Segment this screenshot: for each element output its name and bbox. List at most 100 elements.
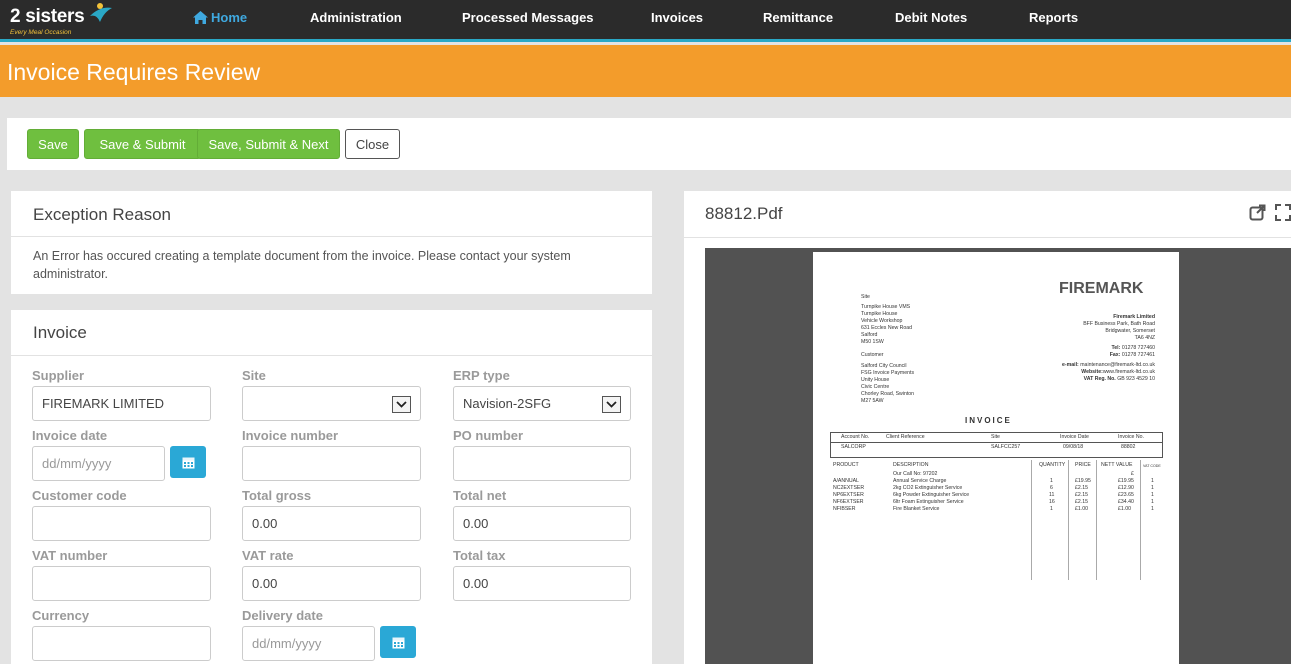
save-submit-button[interactable]: Save & Submit	[84, 129, 201, 159]
doc-line-product: NC2EXTSER	[833, 485, 865, 491]
doc-line-product: NF6EXTSER	[833, 499, 864, 505]
total-gross-field[interactable]: 0.00	[242, 506, 421, 541]
doc-line-net: £12.90	[1118, 485, 1134, 491]
nav-remittance[interactable]: Remittance	[763, 10, 833, 25]
site-select[interactable]	[242, 386, 421, 421]
vat-rate-label: VAT rate	[242, 548, 294, 563]
nav-home[interactable]: Home	[193, 10, 247, 25]
erp-type-select[interactable]: Navision-2SFG	[453, 386, 631, 421]
chevron-down-icon	[602, 396, 621, 413]
delivery-date-label: Delivery date	[242, 608, 323, 623]
doc-site-label: Site	[861, 294, 870, 300]
invoice-date-calendar-button[interactable]	[170, 446, 206, 478]
doc-line-product: NFIBSER	[833, 506, 856, 512]
invoice-number-label: Invoice number	[242, 428, 339, 443]
total-tax-field[interactable]: 0.00	[453, 566, 631, 601]
doc-customer-line: FSG Invoice Payments	[861, 370, 915, 376]
doc-company-line: Firemark Limited	[1113, 314, 1155, 320]
doc-customer-label: Customer	[861, 352, 884, 358]
doc-line-header: VAT CODE	[1143, 464, 1161, 468]
open-external-icon[interactable]	[1249, 204, 1266, 221]
save-button[interactable]: Save	[27, 129, 79, 159]
doc-line-net: £1.00	[1118, 506, 1131, 512]
erp-type-label: ERP type	[453, 368, 510, 383]
doc-line-price: £2.15	[1075, 485, 1088, 491]
invoice-number-field[interactable]	[242, 446, 421, 481]
doc-customer-line: Chorley Road, Swinton	[861, 391, 915, 397]
doc-vat: GB 923 4529 10	[1117, 376, 1155, 382]
page-title: Invoice Requires Review	[7, 59, 261, 85]
home-icon	[193, 11, 208, 24]
doc-acct-value: SALCORP	[841, 444, 866, 450]
nav-invoices[interactable]: Invoices	[651, 10, 703, 25]
doc-customer-line: M27 5AW	[861, 398, 884, 404]
doc-account-table: Account No. Client Reference Site Invoic…	[830, 432, 1163, 458]
doc-site-line: M50 1SW	[861, 339, 884, 345]
doc-line-desc: 6kg Powder Extinguisher Service	[893, 492, 970, 498]
doc-customer-line: Civic Centre	[861, 384, 890, 390]
pdf-viewer[interactable]: FIREMARK Site Turnpike House VMS Turnpik…	[705, 248, 1291, 664]
vat-rate-field[interactable]: 0.00	[242, 566, 421, 601]
delivery-date-field[interactable]: dd/mm/yyyy	[242, 626, 375, 661]
doc-column-rule	[1096, 460, 1097, 580]
doc-acct-value: SALFCC257	[991, 444, 1021, 450]
vat-number-field[interactable]	[32, 566, 211, 601]
currency-field[interactable]	[32, 626, 211, 661]
save-submit-next-button[interactable]: Save, Submit & Next	[197, 129, 340, 159]
doc-line-product: NP6EXTSER	[833, 492, 864, 498]
supplier-field[interactable]: FIREMARK LIMITED	[32, 386, 211, 421]
doc-line-qty: 6	[1050, 485, 1053, 491]
doc-line-header: QUANTITY	[1039, 462, 1066, 468]
brand-tagline: Every Meal Occasion	[10, 29, 72, 36]
doc-line-net: £19.95	[1118, 478, 1134, 484]
doc-heading: INVOICE	[965, 416, 1012, 425]
nav-debit-notes[interactable]: Debit Notes	[895, 10, 967, 25]
pdf-filename: 88812.Pdf	[705, 204, 783, 223]
po-number-field[interactable]	[453, 446, 631, 481]
nav-administration[interactable]: Administration	[310, 10, 402, 25]
doc-line-vat: 1	[1151, 478, 1154, 484]
top-navbar: 2 sisters Every Meal Occasion Home Admin…	[0, 0, 1291, 42]
brand-figure-icon	[90, 3, 112, 22]
doc-email-label: e-mail:	[1062, 362, 1079, 368]
customer-code-field[interactable]	[32, 506, 211, 541]
doc-web: www.firemark-ltd.co.uk	[1102, 369, 1155, 375]
doc-line-net: £23.65	[1118, 492, 1134, 498]
chevron-down-icon	[392, 396, 411, 413]
invoice-panel: Invoice Supplier FIREMARK LIMITED Site E…	[11, 310, 652, 664]
doc-web-label: Website:	[1081, 369, 1103, 375]
doc-acct-header: Invoice Date	[1060, 434, 1089, 440]
nav-reports[interactable]: Reports	[1029, 10, 1078, 25]
doc-line-qty: 1	[1050, 478, 1053, 484]
brand-name: 2 sisters	[10, 6, 85, 27]
doc-fax-label: Fax:	[1109, 352, 1121, 358]
doc-logo: FIREMARK	[1059, 280, 1144, 297]
doc-call-currency: £	[1131, 471, 1134, 477]
pdf-page: FIREMARK Site Turnpike House VMS Turnpik…	[813, 252, 1179, 664]
invoice-date-field[interactable]: dd/mm/yyyy	[32, 446, 165, 481]
doc-acct-header: Site	[991, 434, 1000, 440]
doc-site-line: Salford	[861, 332, 878, 338]
nav-processed-messages[interactable]: Processed Messages	[462, 10, 594, 25]
doc-acct-header: Invoice No.	[1118, 434, 1144, 440]
doc-site-line: Turnpike House	[861, 311, 898, 317]
doc-line-price: £19.95	[1075, 478, 1091, 484]
delivery-date-calendar-button[interactable]	[380, 626, 416, 658]
calendar-icon	[182, 457, 194, 468]
doc-vat-label: VAT Reg. No.	[1083, 376, 1116, 382]
doc-line-price: £1.00	[1075, 506, 1088, 512]
calendar-icon	[392, 637, 404, 648]
brand-logo[interactable]: 2 sisters Every Meal Occasion	[8, 2, 118, 38]
doc-line-vat: 1	[1151, 499, 1154, 505]
doc-line-header: PRICE	[1075, 462, 1091, 468]
fullscreen-icon[interactable]	[1275, 204, 1291, 221]
exception-message: An Error has occured creating a template…	[33, 249, 571, 281]
doc-acct-value: 88802	[1121, 444, 1136, 450]
close-button[interactable]: Close	[345, 129, 400, 159]
site-label: Site	[242, 368, 266, 383]
action-toolbar: Save Save & Submit Save, Submit & Next C…	[7, 118, 1291, 170]
doc-line-qty: 1	[1050, 506, 1053, 512]
invoice-title: Invoice	[33, 323, 87, 342]
doc-line-header: DESCRIPTION	[893, 462, 929, 468]
total-net-field[interactable]: 0.00	[453, 506, 631, 541]
